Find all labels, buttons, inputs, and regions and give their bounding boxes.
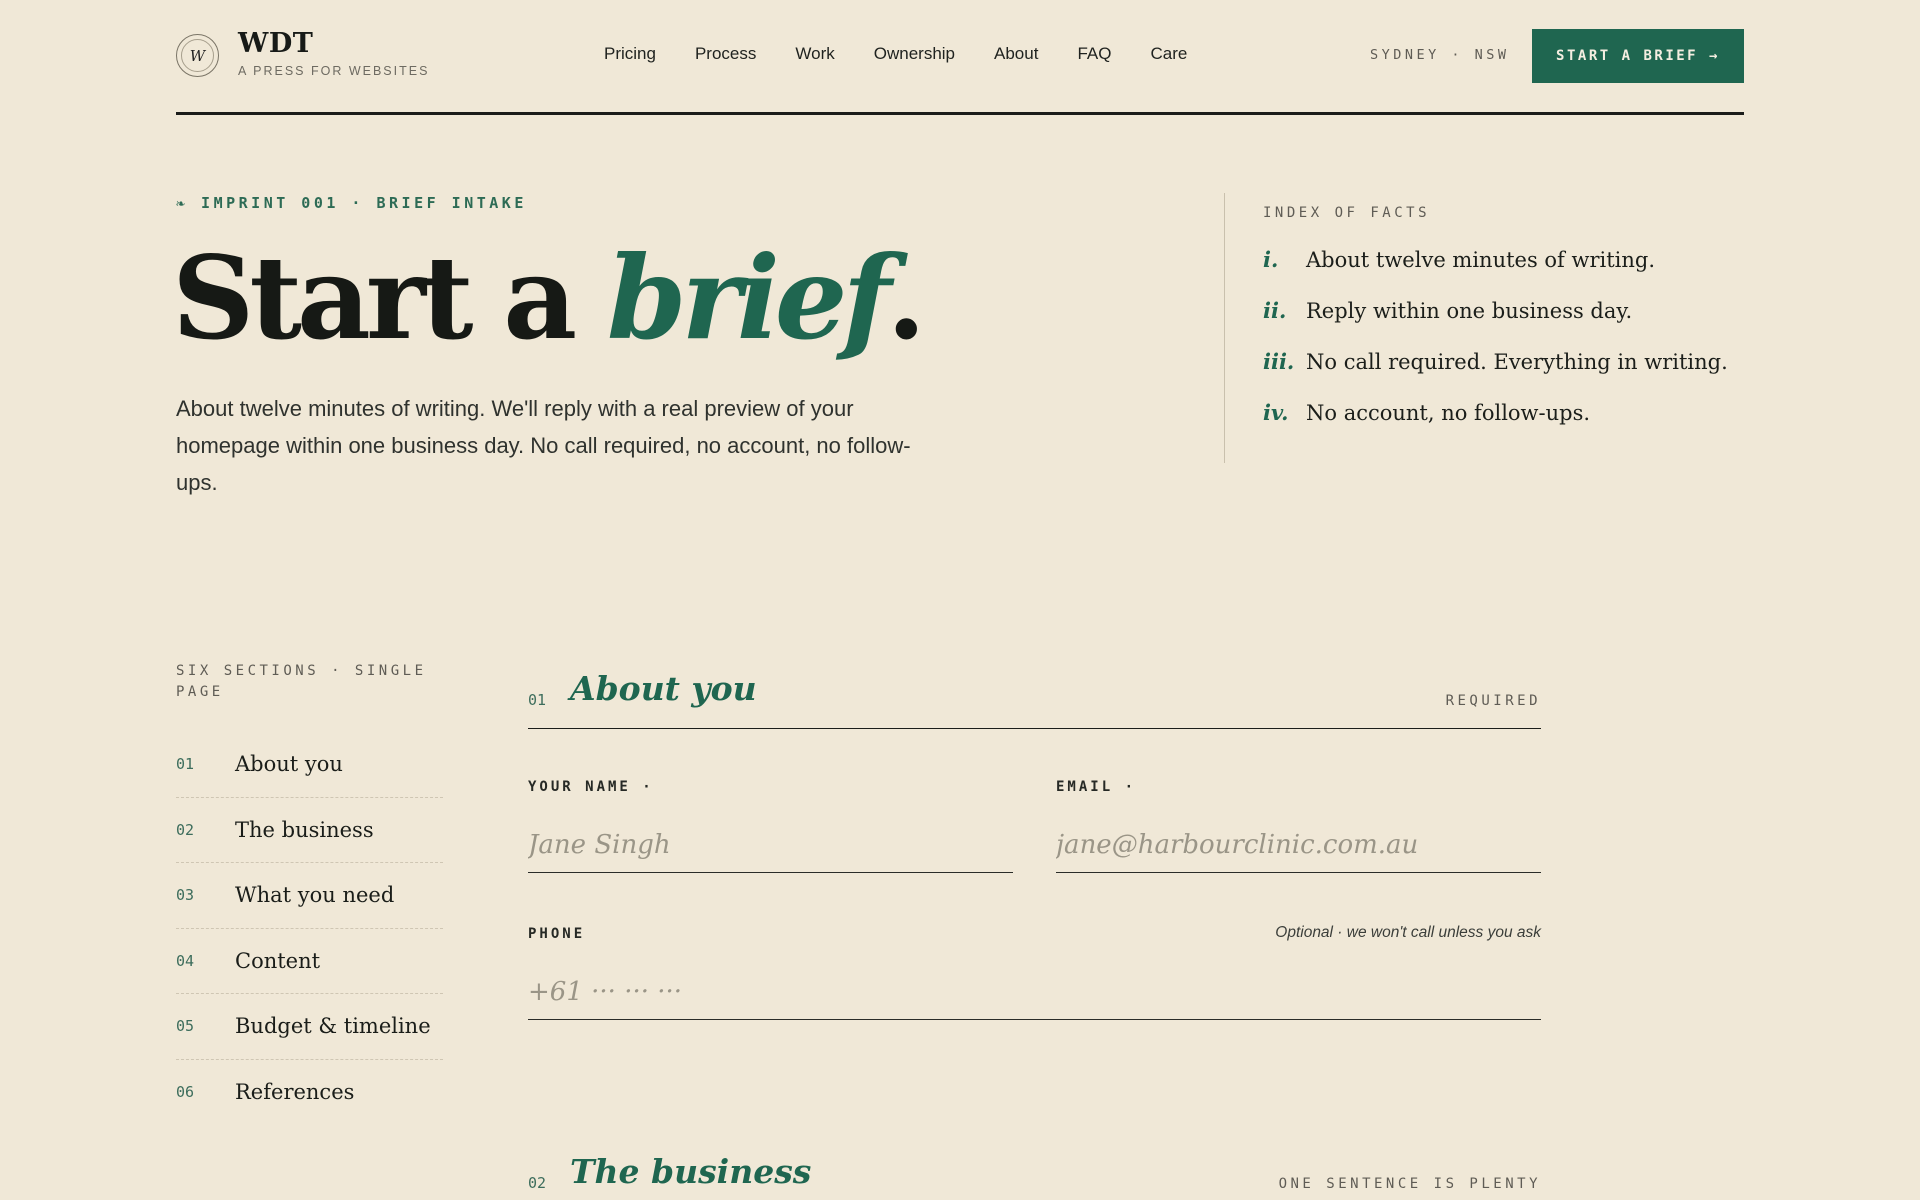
fact-item: ii. Reply within one business day.: [1263, 298, 1744, 323]
nav-link-process[interactable]: Process: [695, 44, 756, 64]
section-nav-number: 05: [176, 1017, 195, 1036]
section-nav-item-content[interactable]: 04 Content: [176, 929, 443, 994]
brand-tagline: A PRESS FOR WEBSITES: [238, 64, 430, 78]
nav-link-faq[interactable]: FAQ: [1077, 44, 1111, 64]
fact-text: About twelve minutes of writing.: [1306, 248, 1656, 272]
fact-text: Reply within one business day.: [1306, 299, 1633, 323]
phone-input[interactable]: [528, 965, 1541, 1020]
section-title: About you: [570, 669, 757, 708]
fact-item: iv. No account, no follow-ups.: [1263, 400, 1744, 425]
section-number: 02: [528, 1174, 547, 1192]
section-nav-item-what-you-need[interactable]: 03 What you need: [176, 863, 443, 929]
name-input[interactable]: [528, 818, 1013, 873]
title-end: .: [886, 231, 926, 365]
section-nav-number: 03: [176, 886, 195, 905]
section-nav-item-references[interactable]: 06 References: [176, 1060, 443, 1126]
email-label: EMAIL ·: [1056, 779, 1137, 795]
facts-title: INDEX OF FACTS: [1263, 205, 1431, 221]
hero-eyebrow: ❧ IMPRINT 001 · BRIEF INTAKE: [176, 194, 527, 212]
start-brief-button[interactable]: START A BRIEF →: [1532, 29, 1744, 83]
sections-title: SIX SECTIONS · SINGLE PAGE: [176, 663, 427, 700]
brand-name[interactable]: WDT: [238, 28, 313, 59]
fact-number: i.: [1263, 247, 1279, 272]
fact-number: iii.: [1263, 349, 1295, 374]
logo-seal-icon[interactable]: W: [176, 34, 219, 77]
nav-link-ownership[interactable]: Ownership: [874, 44, 955, 64]
section-header-the-business: 02 The business ONE SENTENCE IS PLENTY: [528, 1152, 1541, 1200]
section-nav-label: Content: [235, 948, 321, 973]
section-nav-number: 06: [176, 1083, 195, 1102]
section-nav-number: 04: [176, 951, 195, 970]
section-nav-item-about-you[interactable]: 01 About you: [176, 732, 443, 798]
section-nav-label: What you need: [235, 883, 395, 908]
fact-number: iv.: [1263, 400, 1289, 425]
name-label: YOUR NAME ·: [528, 779, 654, 795]
page-title: Start a brief.: [172, 235, 926, 361]
logo-glyph: W: [189, 46, 206, 65]
section-nav-item-the-business[interactable]: 02 The business: [176, 798, 443, 863]
fact-item: iii. No call required. Everything in wri…: [1263, 349, 1744, 374]
nav-link-pricing[interactable]: Pricing: [604, 44, 656, 64]
section-nav: 01 About you 02 The business 03 What you…: [176, 732, 443, 1125]
required-badge: REQUIRED: [1445, 693, 1541, 709]
fact-text: No call required. Everything in writing.: [1306, 350, 1728, 374]
phone-label: PHONE: [528, 926, 586, 942]
phone-hint: Optional · we won't call unless you ask: [1275, 924, 1541, 941]
site-header: W WDT A PRESS FOR WEBSITES Pricing Proce…: [176, 0, 1744, 115]
section-nav-item-budget-timeline[interactable]: 05 Budget & timeline: [176, 994, 443, 1060]
section-nav-number: 02: [176, 820, 195, 839]
section-nav-label: Budget & timeline: [235, 1014, 431, 1039]
section-nav-label: References: [235, 1080, 355, 1105]
section-number: 01: [528, 691, 547, 709]
section-nav-label: The business: [235, 817, 374, 842]
email-field-group: EMAIL ·: [1056, 778, 1541, 873]
fact-text: No account, no follow-ups.: [1306, 401, 1591, 425]
phone-field-group: PHONE Optional · we won't call unless yo…: [528, 924, 1541, 1020]
email-input[interactable]: [1056, 818, 1541, 873]
fact-number: ii.: [1263, 298, 1287, 323]
fact-item: i. About twelve minutes of writing.: [1263, 247, 1744, 272]
facts-index: INDEX OF FACTS i. About twelve minutes o…: [1224, 193, 1744, 463]
section-title: The business: [570, 1152, 812, 1191]
name-field-group: YOUR NAME ·: [528, 778, 1013, 873]
nav-link-about[interactable]: About: [994, 44, 1038, 64]
section-nav-number: 01: [176, 755, 195, 774]
title-accent: brief: [606, 231, 892, 365]
nav-link-care[interactable]: Care: [1150, 44, 1187, 64]
nav-link-work[interactable]: Work: [795, 44, 834, 64]
main-nav: Pricing Process Work Ownership About FAQ…: [604, 44, 1226, 64]
section-nav-label: About you: [235, 752, 343, 777]
section-hint: ONE SENTENCE IS PLENTY: [1278, 1176, 1541, 1192]
title-plain: Start a: [172, 231, 607, 365]
location-label: SYDNEY · NSW: [1370, 47, 1510, 63]
section-header-about-you: 01 About you REQUIRED: [528, 669, 1541, 729]
hero-lede: About twelve minutes of writing. We'll r…: [176, 396, 911, 495]
